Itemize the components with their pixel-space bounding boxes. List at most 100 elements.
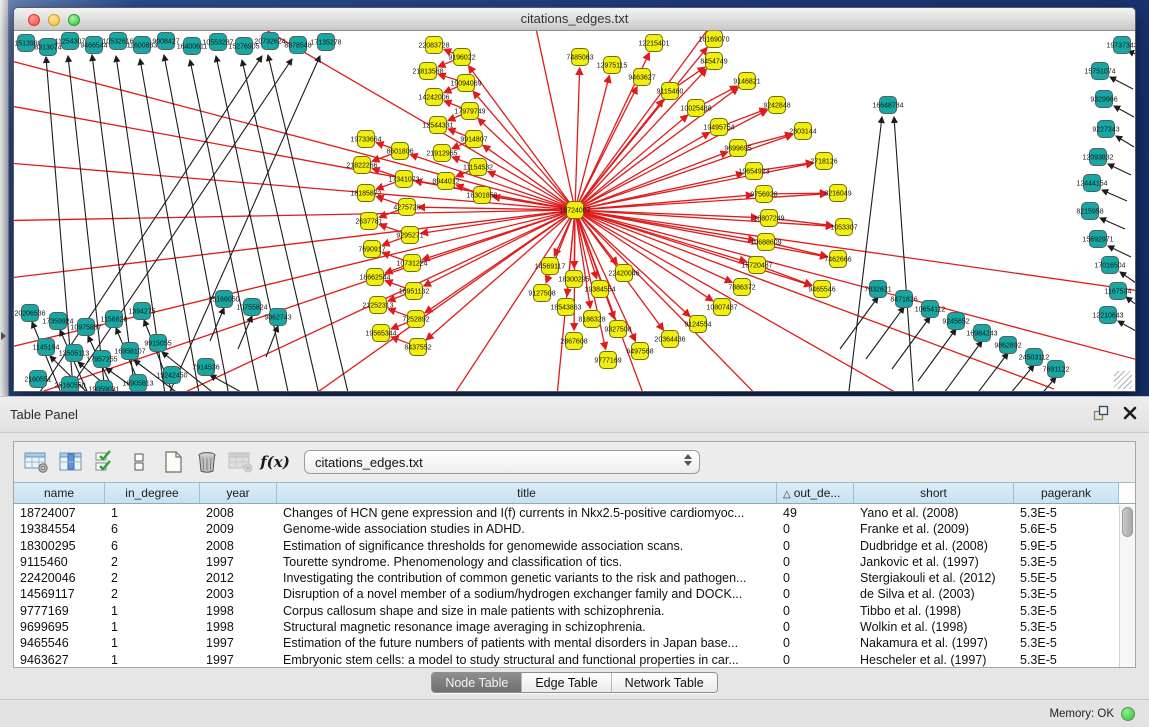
graph-node-label: 18185872: [350, 191, 381, 198]
window-title: citations_edges.txt: [14, 11, 1135, 26]
graph-node-label: 21912965: [426, 151, 457, 158]
graph-node-label: 9008427: [152, 39, 179, 46]
scrollbar-thumb[interactable]: [1122, 507, 1133, 537]
window-resize-grip[interactable]: [1114, 371, 1132, 389]
float-panel-icon[interactable]: [1093, 405, 1109, 421]
graph-node-label: 2867608: [560, 339, 587, 346]
row-height-button[interactable]: [124, 448, 154, 476]
table-row[interactable]: 969969511998Structural magnetic resonanc…: [14, 619, 1119, 635]
graph-node-label: 7691122: [1043, 367, 1070, 374]
graph-node-label: 2803144: [789, 129, 816, 136]
graph-node-label: 7252892: [402, 317, 429, 324]
collapsed-control-panel-strip[interactable]: [0, 0, 9, 396]
graph-node-label: 15751074: [1084, 69, 1115, 76]
cell-year: 1997: [200, 652, 277, 667]
new-column-button[interactable]: [158, 448, 188, 476]
column-header-name[interactable]: name: [14, 483, 105, 503]
cell-short: Yano et al. (2008): [854, 505, 1014, 521]
cell-name: 14569117: [14, 586, 105, 602]
table-row[interactable]: 946554611997Estimation of the future num…: [14, 635, 1119, 651]
column-header-year[interactable]: year: [200, 483, 277, 503]
graph-node-label: 8878548: [284, 43, 311, 50]
graph-node-label: 4275728: [393, 205, 420, 212]
cell-name: 9777169: [14, 603, 105, 619]
network-window[interactable]: citations_edges.txt 18724007748506312975…: [13, 7, 1136, 392]
graph-node-label: 16648784: [872, 103, 903, 110]
cell-name: 9699695: [14, 619, 105, 635]
column-header-title[interactable]: title: [277, 483, 777, 503]
table-row[interactable]: 1456911722003Disruption of a novel membe…: [14, 586, 1119, 602]
cell-year: 1997: [200, 554, 277, 570]
network-svg[interactable]: 1872400774850631297511594636279115460100…: [14, 31, 1135, 392]
graph-node-label: 9777169: [594, 358, 621, 365]
graph-node-label: 8215958: [1076, 209, 1103, 216]
cell-title: Disruption of a novel member of a sodium…: [277, 586, 777, 602]
graph-node-label: 14569117: [535, 264, 566, 271]
cell-short: Hescheler et al. (1997): [854, 652, 1014, 667]
graph-node-label: 9327508: [604, 327, 631, 334]
table-row[interactable]: 1938455462009Genome-wide association stu…: [14, 521, 1119, 537]
graph-node-label: 25160550: [54, 383, 85, 390]
graph-node-label: 19242450: [156, 373, 187, 380]
cell-in_degree: 2: [105, 570, 200, 586]
column-header-pagerank[interactable]: pagerank: [1014, 483, 1119, 503]
graph-node-label: 10688609: [750, 240, 781, 247]
window-titlebar[interactable]: citations_edges.txt: [14, 8, 1135, 31]
graph-node-label: 9227343: [1092, 127, 1119, 134]
graph-node-label: 9862892: [994, 343, 1021, 350]
table-row[interactable]: 2242004622012Investigating the contribut…: [14, 570, 1119, 586]
delete-table-button[interactable]: [226, 448, 256, 476]
table-tabbar: Node TableEdge TableNetwork Table: [0, 672, 1149, 698]
graph-node-label: 22420046: [608, 271, 639, 278]
graph-node-label: 12215401: [638, 41, 669, 48]
expand-panel-arrow-icon[interactable]: [1, 332, 6, 340]
column-header-out_degree[interactable]: △out_de...: [777, 483, 854, 503]
cell-title: Structural magnetic resonance image aver…: [277, 619, 777, 635]
graph-node-label: 12444154: [1076, 181, 1107, 188]
cell-year: 2003: [200, 586, 277, 602]
graph-node-label: 10654112: [915, 307, 946, 314]
cell-in_degree: 1: [105, 505, 200, 521]
graph-node-label: 25166050: [208, 297, 239, 304]
cell-pagerank: 5.3E-5: [1014, 635, 1119, 651]
table-select-dropdown[interactable]: citations_edges.txt: [304, 450, 700, 474]
table-panel: Table Panel: [0, 396, 1149, 727]
table-settings-button[interactable]: [22, 448, 52, 476]
graph-node-label: 17359924: [42, 319, 73, 326]
cell-year: 2012: [200, 570, 277, 586]
function-icon: f(x): [260, 453, 290, 471]
tab-network-table[interactable]: Network Table: [611, 673, 717, 692]
graph-node-label: 6497568: [626, 349, 653, 356]
table-select-value: citations_edges.txt: [315, 455, 423, 470]
table-row[interactable]: 1872400712008Changes of HCN gene express…: [14, 505, 1119, 521]
column-header-in_degree[interactable]: in_degree: [105, 483, 200, 503]
graph-node-label: 9295271: [396, 233, 423, 240]
table-row[interactable]: 977716911998Corpus callosum shape and si…: [14, 603, 1119, 619]
graph-node-label: 1053307: [830, 225, 857, 232]
graph-node-label: 9699695: [724, 146, 751, 153]
table-vertical-scrollbar[interactable]: [1119, 505, 1135, 667]
cell-out_degree: 0: [777, 586, 854, 602]
tab-node-table[interactable]: Node Table: [432, 673, 521, 692]
graph-node-label: 16905813: [122, 381, 153, 388]
close-panel-icon[interactable]: [1123, 406, 1137, 420]
tab-edge-table[interactable]: Edge Table: [521, 673, 610, 692]
function-builder-button[interactable]: f(x): [260, 448, 290, 476]
show-columns-button[interactable]: [56, 448, 86, 476]
select-rows-button[interactable]: [90, 448, 120, 476]
graph-node-label: 12975115: [597, 63, 628, 70]
table-row[interactable]: 911546021997Tourette syndrome. Phenomeno…: [14, 554, 1119, 570]
graph-node-label: 19495754: [703, 125, 734, 132]
table-row[interactable]: 946362711997Embryonic stem cells: a mode…: [14, 652, 1119, 667]
network-canvas[interactable]: 1872400774850631297511594636279115460100…: [14, 31, 1135, 392]
graph-node-label: 1145194: [33, 345, 60, 352]
table-row[interactable]: 1830029562008Estimation of significance …: [14, 538, 1119, 554]
graph-node-label: 8186328: [578, 317, 605, 324]
cell-pagerank: 5.3E-5: [1014, 652, 1119, 667]
graph-node-label: 8471826: [890, 297, 917, 304]
graph-node-label: 10755824: [236, 305, 267, 312]
column-header-short[interactable]: short: [854, 483, 1014, 503]
cell-out_degree: 0: [777, 603, 854, 619]
delete-column-button[interactable]: [192, 448, 222, 476]
graph-node-label: 9245652: [942, 319, 969, 326]
